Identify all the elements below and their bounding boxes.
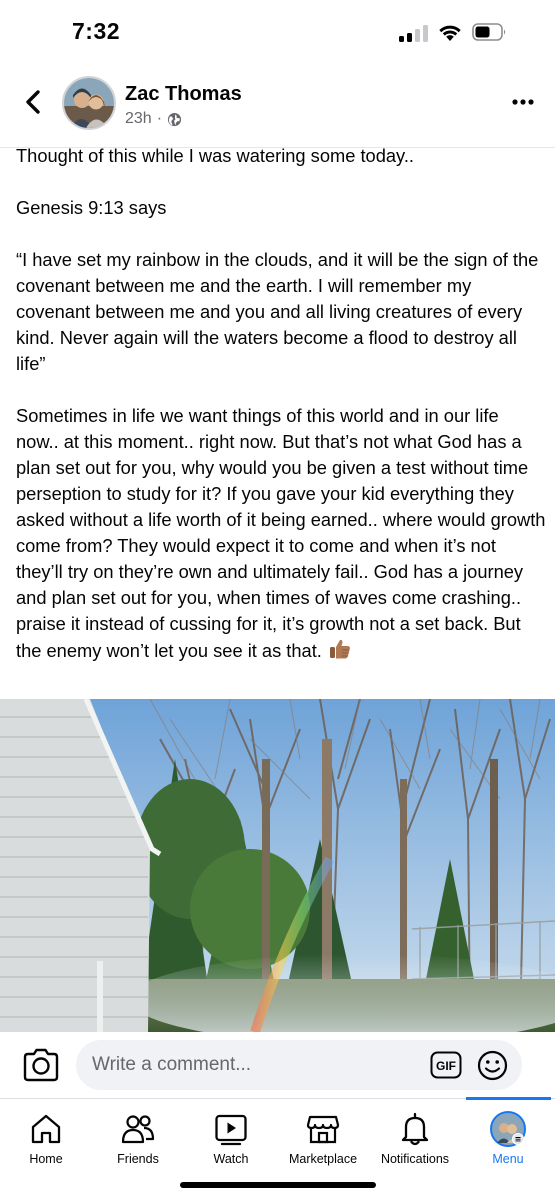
- nav-notifications[interactable]: Notifications: [365, 1099, 465, 1179]
- gif-icon[interactable]: GIF: [430, 1051, 462, 1079]
- status-time: 7:32: [72, 18, 121, 44]
- gif-label: GIF: [436, 1059, 456, 1073]
- nav-marketplace[interactable]: Marketplace: [273, 1099, 373, 1179]
- public-globe-icon: [167, 112, 182, 126]
- marketplace-icon: [306, 1115, 340, 1144]
- status-bar: 7:32: [0, 0, 555, 66]
- nav-label-menu: Menu: [492, 1152, 524, 1166]
- nav-label-friends: Friends: [117, 1152, 159, 1166]
- thumbs-up-emoji-icon: [329, 639, 350, 659]
- nav-label-home: Home: [29, 1152, 63, 1166]
- nav-watch[interactable]: Watch: [181, 1099, 281, 1179]
- wifi-icon: [439, 25, 461, 41]
- battery-icon: [472, 23, 506, 41]
- nav-label-marketplace: Marketplace: [288, 1152, 358, 1166]
- back-arrow-icon[interactable]: [18, 84, 48, 120]
- post-paragraph: Genesis 9:13 says: [16, 197, 167, 218]
- author-avatar[interactable]: [62, 76, 116, 130]
- comment-bar: GIF: [0, 1032, 555, 1098]
- home-icon: [31, 1114, 61, 1144]
- post-paragraph: Sometimes in life we want things of this…: [16, 405, 546, 661]
- post-meta: 23h ·: [125, 110, 182, 128]
- post-body: Thought of this while I was watering som…: [16, 143, 546, 690]
- bell-icon: [401, 1112, 429, 1146]
- post-photo[interactable]: [0, 699, 555, 1032]
- camera-icon[interactable]: [22, 1048, 60, 1082]
- watch-icon: [215, 1114, 247, 1146]
- menu-avatar-icon: [490, 1111, 526, 1147]
- nav-menu[interactable]: Menu: [458, 1099, 555, 1179]
- author-name[interactable]: Zac Thomas: [125, 83, 242, 106]
- post-header: Zac Thomas 23h ·: [0, 66, 555, 148]
- nav-home[interactable]: Home: [0, 1099, 96, 1179]
- post-paragraph-last: Sometimes in life we want things of this…: [16, 403, 546, 664]
- meta-separator: ·: [156, 110, 163, 127]
- post-paragraph: Thought of this while I was watering som…: [16, 145, 414, 166]
- home-indicator: [180, 1182, 376, 1188]
- more-options-icon[interactable]: [510, 90, 536, 114]
- post-paragraph: “I have set my rainbow in the clouds, an…: [16, 249, 539, 374]
- nav-label-notifications: Notifications: [380, 1152, 450, 1166]
- friends-icon: [121, 1115, 155, 1144]
- cellular-signal-icon: [399, 24, 429, 42]
- nav-friends[interactable]: Friends: [88, 1099, 188, 1179]
- post-timestamp[interactable]: 23h: [125, 110, 152, 128]
- emoji-icon[interactable]: [477, 1050, 508, 1081]
- nav-label-watch: Watch: [213, 1152, 249, 1166]
